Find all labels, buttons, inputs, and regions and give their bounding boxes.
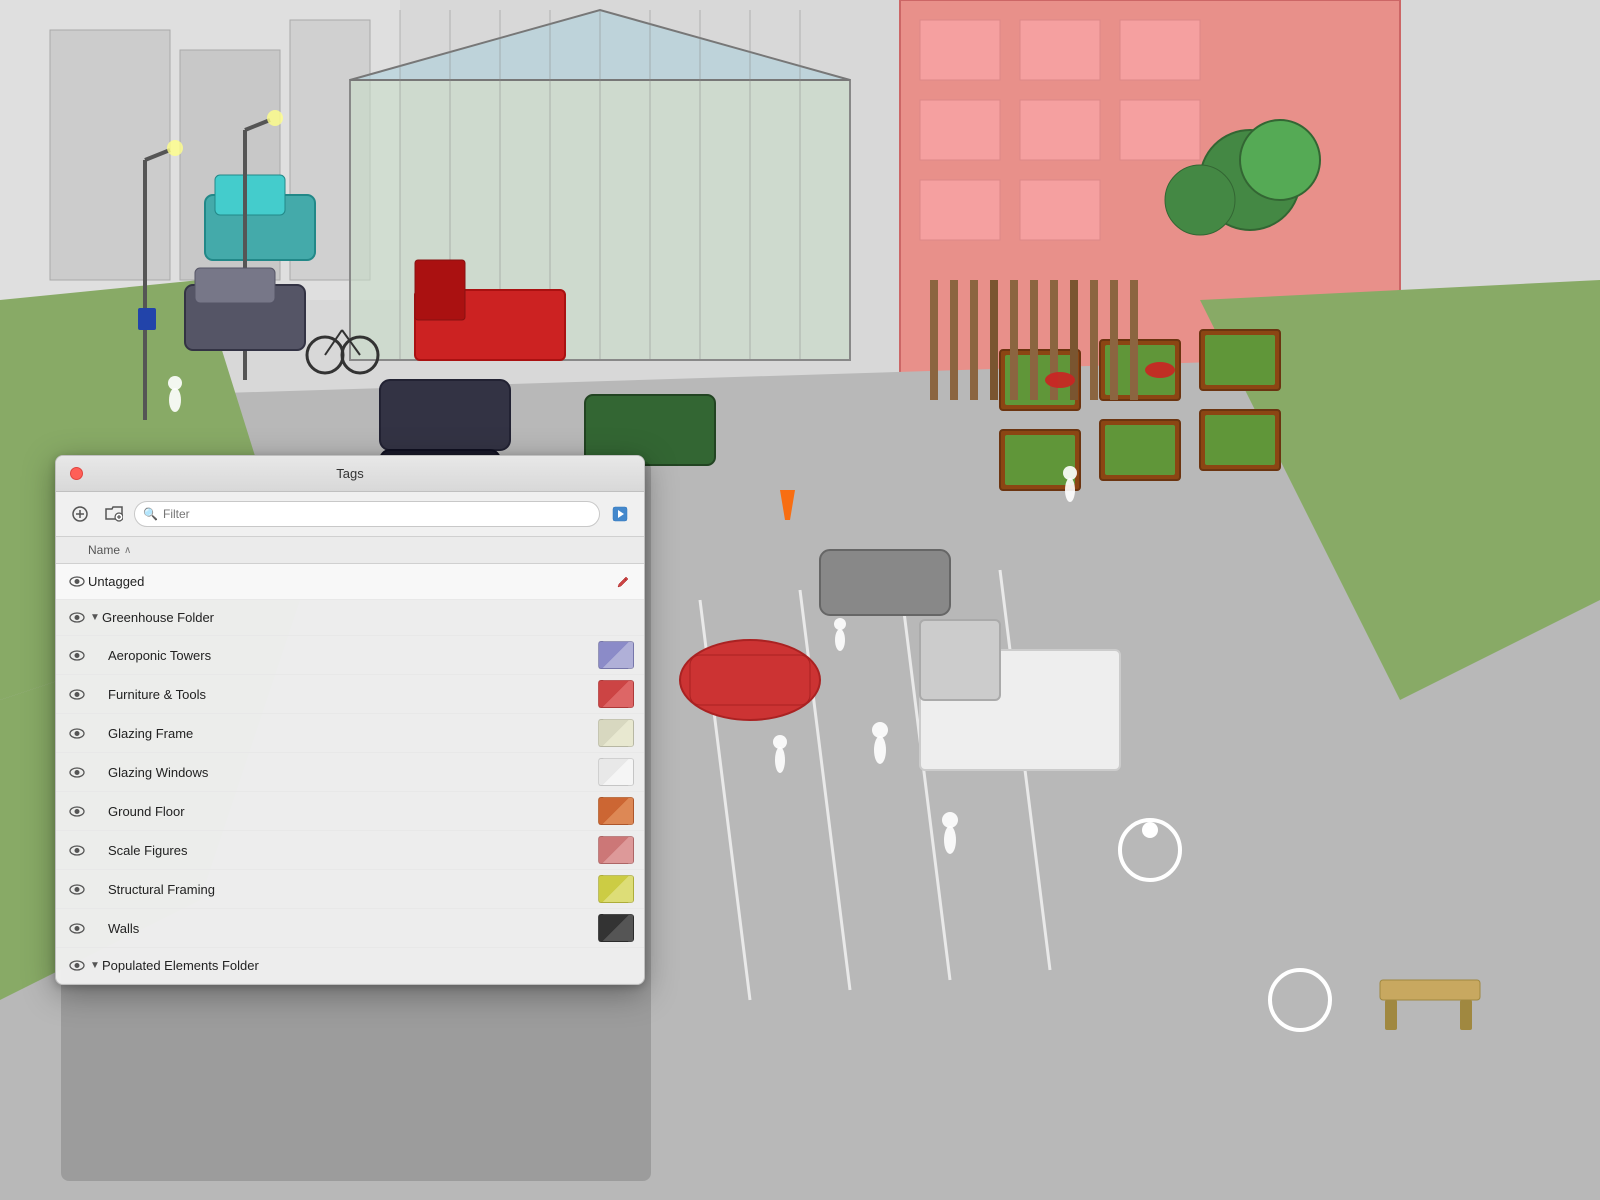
tag-row[interactable]: Glazing Windows — [56, 753, 644, 792]
tag-row[interactable]: Glazing Frame — [56, 714, 644, 753]
tag-row[interactable]: Untagged — [56, 564, 644, 600]
tag-name-label: Structural Framing — [108, 882, 592, 897]
tag-row[interactable]: Scale Figures — [56, 831, 644, 870]
plus-icon — [72, 506, 88, 522]
tag-row[interactable]: Furniture & Tools — [56, 675, 644, 714]
color-swatch[interactable] — [598, 836, 634, 864]
tag-row[interactable]: Ground Floor — [56, 792, 644, 831]
tag-row[interactable]: Aeroponic Towers — [56, 636, 644, 675]
tag-name-label: Walls — [108, 921, 592, 936]
filter-input-wrapper: 🔍 — [134, 501, 600, 527]
visibility-toggle[interactable] — [66, 607, 88, 629]
color-swatch[interactable] — [598, 719, 634, 747]
tag-name-label: Furniture & Tools — [108, 687, 592, 702]
edit-icon[interactable] — [612, 571, 634, 593]
visibility-toggle[interactable] — [66, 955, 88, 977]
color-swatch[interactable] — [598, 875, 634, 903]
color-swatch[interactable] — [598, 758, 634, 786]
table-header: Name ∧ — [56, 537, 644, 564]
name-column-header[interactable]: Name ∧ — [88, 543, 634, 557]
tag-row[interactable]: Walls — [56, 909, 644, 948]
visibility-toggle[interactable] — [66, 722, 88, 744]
tag-name-label: Populated Elements Folder — [102, 958, 634, 973]
visibility-toggle[interactable] — [66, 571, 88, 593]
tag-name-label: Ground Floor — [108, 804, 592, 819]
expand-arrow-icon[interactable]: ▼ — [88, 959, 102, 973]
panel-titlebar: Tags — [56, 456, 644, 492]
visibility-toggle[interactable] — [66, 917, 88, 939]
visibility-toggle[interactable] — [66, 878, 88, 900]
sort-arrow-icon: ∧ — [124, 545, 131, 556]
tag-rows-container: Untagged▼Greenhouse FolderAeroponic Towe… — [56, 564, 644, 984]
visibility-toggle[interactable] — [66, 683, 88, 705]
color-swatch[interactable] — [598, 797, 634, 825]
tags-panel: Tags 🔍 — [55, 455, 645, 985]
tag-name-label: Untagged — [88, 574, 606, 589]
export-button[interactable] — [606, 500, 634, 528]
folder-icon — [105, 506, 123, 522]
tag-name-label: Glazing Frame — [108, 726, 592, 741]
tag-name-label: Aeroponic Towers — [108, 648, 592, 663]
tag-row[interactable]: Structural Framing — [56, 870, 644, 909]
visibility-toggle[interactable] — [66, 761, 88, 783]
tag-row[interactable]: ▼Populated Elements Folder — [56, 948, 644, 984]
filter-input[interactable] — [134, 501, 600, 527]
window-close-button[interactable] — [70, 467, 83, 480]
visibility-toggle[interactable] — [66, 644, 88, 666]
color-swatch[interactable] — [598, 914, 634, 942]
panel-toolbar: 🔍 — [56, 492, 644, 537]
name-label: Name — [88, 543, 120, 557]
visibility-toggle[interactable] — [66, 800, 88, 822]
color-swatch[interactable] — [598, 641, 634, 669]
tag-name-label: Scale Figures — [108, 843, 592, 858]
expand-arrow-icon[interactable]: ▼ — [88, 611, 102, 625]
add-tag-button[interactable] — [66, 500, 94, 528]
visibility-toggle[interactable] — [66, 839, 88, 861]
tag-row[interactable]: ▼Greenhouse Folder — [56, 600, 644, 636]
color-swatch[interactable] — [598, 680, 634, 708]
tag-name-label: Glazing Windows — [108, 765, 592, 780]
panel-title: Tags — [336, 466, 363, 481]
export-icon — [612, 506, 628, 522]
add-folder-button[interactable] — [100, 500, 128, 528]
tag-name-label: Greenhouse Folder — [102, 610, 634, 625]
